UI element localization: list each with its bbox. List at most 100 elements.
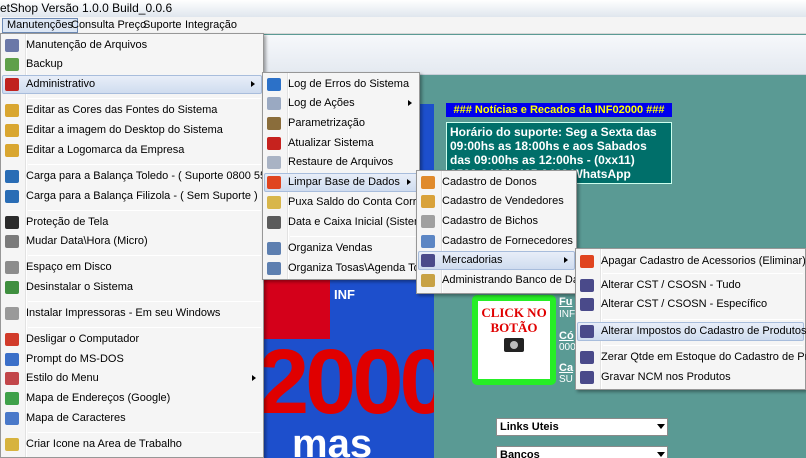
menu-item-label: Editar a imagem do Desktop do Sistema (26, 124, 223, 136)
background-toolbar (262, 35, 806, 75)
menu-separator (28, 164, 261, 165)
menu-separator (603, 345, 803, 346)
poster-red-block (262, 279, 330, 339)
menu-item-label: Organiza Vendas (288, 242, 373, 254)
menu-item-label: Data e Caixa Inicial (Sistema) (288, 216, 433, 228)
menu-item-label: Manutenção de Arquivos (26, 39, 148, 51)
power-icon (5, 333, 19, 346)
goods-icon (580, 298, 594, 311)
menu-item-label: Editar as Cores das Fontes do Sistema (26, 104, 218, 116)
menu-item-alterar-impostos-do-cadastro-de-produtos[interactable]: Alterar Impostos do Cadastro de Produtos (577, 322, 806, 341)
menu-item-organiza-tosas-agenda-tosa[interactable]: Organiza Tosas\Agenda Tosa (264, 259, 431, 278)
menu-item-label: Criar Icone na Area de Trabalho (26, 438, 182, 450)
document-icon (267, 97, 281, 110)
gears-icon (5, 39, 19, 52)
menu-item-log-de-acoes[interactable]: Log de Ações (264, 94, 418, 113)
manutencoes-menu: Manutenção de Arquivos Backup Administrati… (0, 33, 303, 458)
shortcut-icon (5, 438, 19, 451)
menu-item-carga-para-a-balanca-filizola-sem-suporte[interactable]: Carga para a Balança Filizola - ( Sem Su… (2, 187, 262, 206)
links-uteis-select[interactable]: Links Uteis (496, 418, 668, 436)
menu-item-alterar-cst-csosn-especifico[interactable]: Alterar CST / CSOSN - Específico (577, 295, 804, 314)
menu-consulta-preco[interactable]: Consulta Preço (67, 18, 150, 33)
book-icon (267, 196, 281, 209)
menu-item-parametrizacao[interactable]: Parametrização (264, 114, 418, 133)
menu-item-zerar-qtde-em-estoque-do-cadastro-de-produtos[interactable]: Zerar Qtde em Estoque do Cadastro de Pro… (577, 348, 806, 367)
menu-item-estilo-do-menu[interactable]: Estilo do Menu (2, 369, 262, 388)
chevron-down-icon (657, 452, 665, 457)
menu-item-prompt-do-ms-dos[interactable]: Prompt do MS-DOS (2, 350, 262, 369)
pet-icon (421, 215, 435, 228)
side-link-2[interactable]: Có (559, 330, 574, 342)
menu-item-desinstalar-o-sistema[interactable]: Desinstalar o Sistema (2, 278, 262, 297)
menu-item-protecao-de-tela[interactable]: Proteção de Tela (2, 213, 262, 232)
menu-item-label: Alterar CST / CSOSN - Tudo (601, 279, 741, 291)
menu-item-label: Prompt do MS-DOS (26, 353, 124, 365)
menu-item-editar-a-imagem-do-desktop-do-sistema[interactable]: Editar a imagem do Desktop do Sistema (2, 121, 262, 140)
menu-item-label: Apagar Cadastro de Acessorios (Eliminar) (601, 255, 806, 267)
bancos-select[interactable]: Bancos (496, 446, 668, 458)
menu-item-apagar-cadastro-de-acessorios-eliminar[interactable]: Apagar Cadastro de Acessorios (Eliminar) (577, 252, 806, 271)
menu-item-mercadorias[interactable]: Mercadorias (418, 251, 575, 270)
menu-item-label: Mercadorias (442, 254, 503, 266)
menu-item-label: Zerar Qtde em Estoque do Cadastro de Pro… (601, 351, 806, 363)
menu-item-label: Mapa de Caracteres (26, 412, 126, 424)
paint-brush-icon (5, 124, 19, 137)
menu-item-criar-icone-na-area-de-trabalho[interactable]: Criar Icone na Area de Trabalho (2, 435, 262, 454)
menu-item-log-de-erros-do-sistema[interactable]: Log de Erros do Sistema (264, 75, 418, 94)
menu-item-mapa-de-caracteres[interactable]: Mapa de Caracteres (2, 409, 262, 428)
menu-item-mapa-de-enderecos-google[interactable]: Mapa de Endereços (Google) (2, 389, 262, 408)
goods-icon (580, 371, 594, 384)
clock-icon (5, 235, 19, 248)
menu-item-instalar-impressoras-em-seu-windows[interactable]: Instalar Impressoras - Em seu Windows (2, 304, 262, 323)
menu-item-gravar-ncm-nos-produtos[interactable]: Gravar NCM nos Produtos (577, 368, 804, 387)
menu-item-carga-para-a-balanca-toledo-suporte-0800-55-42-11[interactable]: Carga para a Balança Toledo - ( Suporte … (2, 167, 303, 186)
screen-saver-icon (5, 216, 19, 229)
menu-item-label: Alterar Impostos do Cadastro de Produtos (601, 325, 806, 337)
menu-item-limpar-base-de-dados[interactable]: Limpar Base de Dados (264, 173, 418, 192)
menu-item-administrativo[interactable]: Administrativo (2, 75, 262, 94)
menu-item-organiza-vendas[interactable]: Organiza Vendas (264, 239, 418, 258)
menu-suporte[interactable]: Suporte (139, 18, 186, 33)
menu-item-editar-as-cores-das-fontes-do-sistema[interactable]: Editar as Cores das Fontes do Sistema (2, 101, 262, 120)
menu-item-label: Log de Ações (288, 97, 355, 109)
menu-item-editar-a-logomarca-da-empresa[interactable]: Editar a Logomarca da Empresa (2, 141, 262, 160)
menu-item-cadastro-de-donos[interactable]: Cadastro de Donos (418, 173, 575, 192)
menu-item-administrando-banco-de-dados[interactable]: Administrando Banco de Dados (418, 271, 597, 290)
submenu-arrow-icon (408, 100, 412, 106)
menu-separator (28, 98, 261, 99)
menu-integracao[interactable]: Integração (181, 18, 241, 33)
submenu-arrow-icon (564, 257, 568, 263)
menu-item-manutencao-de-arquivos[interactable]: Manutenção de Arquivos (2, 36, 262, 55)
menu-item-desligar-o-computador[interactable]: Desligar o Computador (2, 330, 262, 349)
menu-item-restaure-de-arquivos[interactable]: Restaure de Arquivos (264, 153, 418, 172)
character-map-icon (5, 412, 19, 425)
organize-icon (267, 242, 281, 255)
menu-item-data-e-caixa-inicial-sistema[interactable]: Data e Caixa Inicial (Sistema) (264, 213, 433, 232)
menu-item-cadastro-de-fornecedores[interactable]: Cadastro de Fornecedores (418, 232, 575, 251)
menu-item-label: Restaure de Arquivos (288, 156, 394, 168)
menu-separator (603, 273, 803, 274)
backup-icon (5, 58, 19, 71)
menu-item-alterar-cst-csosn-tudo[interactable]: Alterar CST / CSOSN - Tudo (577, 276, 804, 295)
menu-item-label: Mapa de Endereços (Google) (26, 392, 171, 404)
menu-separator (28, 327, 261, 328)
menu-item-label: Limpar Base de Dados (288, 176, 400, 188)
menu-item-label: Organiza Tosas\Agenda Tosa (288, 262, 432, 274)
click-button[interactable]: CLICK NO BOTÃO (472, 295, 556, 385)
map-icon (5, 392, 19, 405)
menu-item-puxa-saldo-do-conta-corrente[interactable]: Puxa Saldo do Conta Corrente (264, 193, 438, 212)
menu-item-cadastro-de-bichos[interactable]: Cadastro de Bichos (418, 212, 575, 231)
menu-item-cadastro-de-vendedores[interactable]: Cadastro de Vendedores (418, 192, 575, 211)
menu-item-label: Parametrização (288, 117, 366, 129)
goods-icon (580, 325, 594, 338)
menu-item-atualizar-sistema[interactable]: Atualizar Sistema (264, 134, 418, 153)
bancos-value: Bancos (500, 449, 540, 458)
menu-item-espaco-em-disco[interactable]: Espaço em Disco (2, 258, 262, 277)
side-link-1[interactable]: Fu (559, 296, 572, 308)
side-link-3[interactable]: Ca (559, 362, 573, 374)
menu-item-backup[interactable]: Backup (2, 55, 262, 74)
menu-item-label: Instalar Impressoras - Em seu Windows (26, 307, 221, 319)
menu-item-mudar-data-hora-micro[interactable]: Mudar Data\Hora (Micro) (2, 232, 262, 251)
menu-item-label: Backup (26, 58, 63, 70)
limpar-base-submenu: Cadastro de Donos Cadastro de Vendedores C… (416, 170, 597, 294)
